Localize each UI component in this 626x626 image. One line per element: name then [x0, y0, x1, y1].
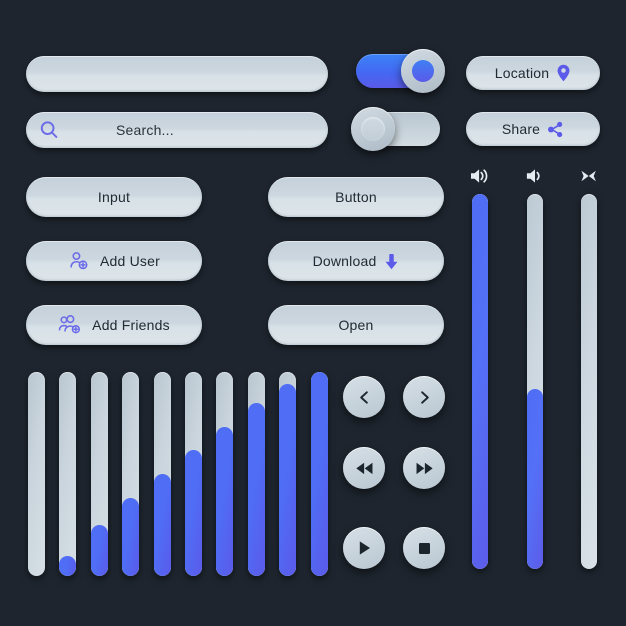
- equalizer-bar[interactable]: [185, 372, 202, 576]
- add-user-button-label: Add User: [100, 253, 160, 269]
- ui-kit-canvas: Search... Input Add User Add Friends But…: [0, 0, 626, 626]
- input-button[interactable]: Input: [26, 177, 202, 217]
- equalizer-bar[interactable]: [153, 372, 171, 576]
- chevron-left-icon: [356, 389, 373, 406]
- equalizer-bar-fill: [185, 449, 202, 576]
- equalizer-bar-fill: [279, 384, 297, 576]
- volume-slider-low[interactable]: [527, 194, 543, 569]
- equalizer-bar-fill: [153, 474, 171, 576]
- stop-icon: [417, 541, 432, 556]
- empty-input-bar[interactable]: [26, 56, 328, 92]
- volume-mute-icon[interactable]: [576, 166, 602, 186]
- fast-forward-button[interactable]: [403, 447, 445, 489]
- toggle-off-knob-dot: [361, 117, 385, 141]
- add-friends-button[interactable]: Add Friends: [26, 305, 202, 345]
- add-user-icon: [68, 250, 90, 272]
- search-bar[interactable]: Search...: [26, 112, 328, 148]
- download-arrow-icon: [384, 253, 399, 270]
- equalizer-bar-fill: [247, 402, 265, 576]
- share-button[interactable]: Share: [466, 112, 600, 146]
- previous-button[interactable]: [343, 376, 385, 418]
- equalizer-bar-fill: [122, 498, 140, 576]
- add-friends-button-label: Add Friends: [92, 317, 170, 333]
- add-friends-icon: [58, 314, 82, 336]
- input-button-label: Input: [97, 189, 131, 205]
- equalizer-bar-fill: [216, 427, 234, 576]
- volume-slider-high-fill: [472, 194, 488, 569]
- search-input[interactable]: Search...: [116, 122, 174, 138]
- download-button[interactable]: Download: [268, 241, 444, 281]
- share-nodes-icon: [547, 121, 564, 138]
- toggle-on-knob-dot: [412, 60, 434, 82]
- equalizer-bar[interactable]: [122, 372, 140, 576]
- toggle-on-knob[interactable]: [401, 49, 445, 93]
- share-button-label: Share: [501, 121, 541, 137]
- equalizer-bar[interactable]: [28, 372, 45, 576]
- equalizer-bar[interactable]: [90, 372, 108, 576]
- play-icon: [357, 540, 372, 556]
- volume-slider-low-fill: [527, 389, 543, 569]
- toggle-off[interactable]: [351, 107, 440, 151]
- volume-low-icon[interactable]: [522, 166, 548, 186]
- open-button-label: Open: [338, 317, 374, 333]
- stop-button[interactable]: [403, 527, 445, 569]
- toggle-on[interactable]: [356, 49, 445, 93]
- equalizer-bar[interactable]: [279, 372, 297, 576]
- location-button[interactable]: Location: [466, 56, 600, 90]
- next-button[interactable]: [403, 376, 445, 418]
- location-pin-icon: [556, 64, 571, 82]
- toggle-off-knob[interactable]: [351, 107, 395, 151]
- rewind-icon: [355, 461, 374, 476]
- volume-high-icon[interactable]: [467, 166, 493, 186]
- generic-button-label: Button: [335, 189, 377, 205]
- play-button[interactable]: [343, 527, 385, 569]
- add-user-button[interactable]: Add User: [26, 241, 202, 281]
- open-button[interactable]: Open: [268, 305, 444, 345]
- equalizer-bar[interactable]: [310, 372, 328, 576]
- equalizer-bar[interactable]: [216, 372, 234, 576]
- equalizer-bar-fill: [59, 555, 77, 576]
- equalizer-bar-fill: [90, 525, 108, 576]
- search-icon: [38, 119, 60, 141]
- rewind-button[interactable]: [343, 447, 385, 489]
- fast-forward-icon: [415, 461, 434, 476]
- volume-slider-mute[interactable]: [581, 194, 597, 569]
- generic-button[interactable]: Button: [268, 177, 444, 217]
- download-button-label: Download: [312, 253, 377, 269]
- equalizer-bar-fill: [310, 372, 328, 576]
- location-button-label: Location: [494, 65, 550, 81]
- equalizer-bar[interactable]: [59, 372, 77, 576]
- equalizer-bar[interactable]: [247, 372, 265, 576]
- volume-slider-high[interactable]: [472, 194, 488, 569]
- chevron-right-icon: [416, 389, 433, 406]
